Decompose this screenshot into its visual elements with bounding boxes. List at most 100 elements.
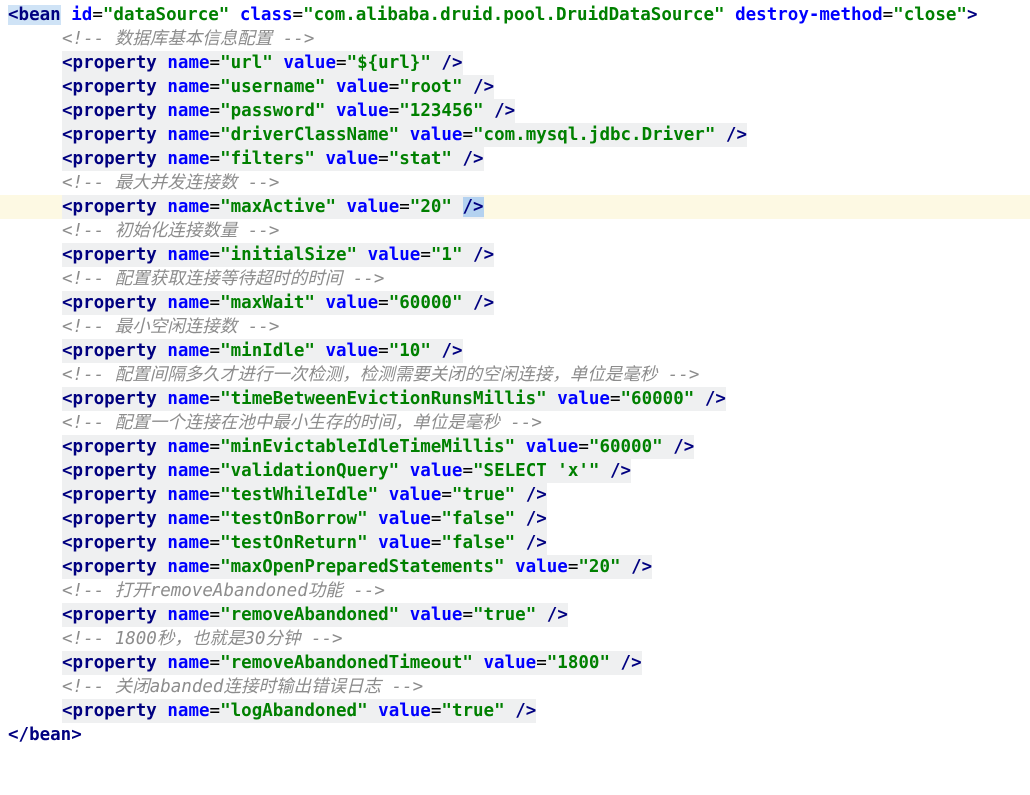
attr-name: value [525,437,579,457]
property-tag-end: /> [673,437,695,457]
attr-value: "true" [451,485,516,505]
property-tag-end: /> [525,533,547,553]
attr-value: "logAbandoned" [220,701,368,721]
comment-line[interactable]: <!-- 打开removeAbandoned功能 --> [0,579,1030,603]
attr-value: "testWhileIdle" [220,485,379,505]
property-tag: <property [62,437,157,457]
property-line[interactable]: <property name="password" value="123456"… [0,99,1030,123]
property-line[interactable]: <property name="testWhileIdle" value="tr… [0,483,1030,507]
comment-line[interactable]: <!-- 配置一个连接在池中最小生存的时间，单位是毫秒 --> [0,411,1030,435]
property-line[interactable]: <property name="driverClassName" value="… [0,123,1030,147]
attr-value: "true" [441,701,505,721]
property-line[interactable]: <property name="maxWait" value="60000" /… [0,291,1030,315]
attr-value: "stat" [388,149,452,169]
comment-content: <!-- 最大并发连接数 --> [62,173,280,193]
property-line[interactable]: <property name="maxOpenPreparedStatement… [0,555,1030,579]
property-line[interactable]: <property name="testOnReturn" value="fal… [0,531,1030,555]
property-tag: <property [62,389,157,409]
comment-line[interactable]: <!-- 最大并发连接数 --> [0,171,1030,195]
property-line[interactable]: <property name="validationQuery" value="… [0,459,1030,483]
property-text: <property name="maxActive" value="20" /> [62,195,484,219]
comment-line[interactable]: <!-- 最小空闲连接数 --> [0,315,1030,339]
attr-name: value [409,125,463,145]
property-line[interactable]: <property name="initialSize" value="1" /… [0,243,1030,267]
attr-name: name [167,653,210,673]
attr-value: "10" [388,341,431,361]
attr-name: value [367,245,421,265]
attr-name: destroy-method [735,5,883,25]
comment-text: <!-- 配置获取连接等待超时的时间 --> [62,267,384,291]
property-tag: <property [62,197,157,217]
property-line[interactable]: <property name="logAbandoned" value="tru… [0,699,1030,723]
comment-line[interactable]: <!-- 初始化连接数量 --> [0,219,1030,243]
property-text: <property name="logAbandoned" value="tru… [62,699,537,723]
comment-line[interactable]: <!-- 1800秒，也就是30分钟 --> [0,627,1030,651]
comment-text: <!-- 初始化连接数量 --> [62,219,279,243]
comment-line[interactable]: <!-- 数据库基本信息配置 --> [0,27,1030,51]
bean-open-text: <bean id="dataSource" class="com.alibaba… [8,5,978,25]
property-line[interactable]: <property name="timeBetweenEvictionRunsM… [0,387,1030,411]
comment-content: <!-- 配置间隔多久才进行一次检测，检测需要关闭的空闲连接，单位是毫秒 --> [62,365,700,385]
property-tag-end: /> [462,197,484,217]
bean-close-tag: </bean> [8,725,82,745]
property-line[interactable]: <property name="removeAbandonedTimeout" … [0,651,1030,675]
attr-name: value [557,389,610,409]
attr-value: "maxActive" [220,197,336,217]
comment-text: <!-- 关闭abanded连接时输出错误日志 --> [62,675,423,699]
attr-value: "maxOpenPreparedStatements" [220,557,505,577]
attr-value: "minEvictableIdleTimeMillis" [220,437,516,457]
property-text: <property name="username" value="root" /… [62,75,495,99]
attr-name: value [325,149,379,169]
comment-line[interactable]: <!-- 配置间隔多久才进行一次检测，检测需要关闭的空闲连接，单位是毫秒 --> [0,363,1030,387]
attr-name: value [378,701,431,721]
attr-value: "com.mysql.jdbc.Driver" [473,125,716,145]
property-line[interactable]: <property name="maxActive" value="20" /> [0,195,1030,219]
property-text: <property name="minEvictableIdleTimeMill… [62,435,695,459]
attr-value: "1" [430,245,463,265]
property-line[interactable]: <property name="url" value="${url}" /> [0,51,1030,75]
property-line[interactable]: <property name="minEvictableIdleTimeMill… [0,435,1030,459]
comment-content: <!-- 配置获取连接等待超时的时间 --> [62,269,385,289]
comment-content: <!-- 最小空闲连接数 --> [62,317,280,337]
attr-name: name [167,125,210,145]
property-tag-end: /> [620,653,642,673]
attr-name: value [336,77,389,97]
comment-content: <!-- 配置一个连接在池中最小生存的时间，单位是毫秒 --> [62,413,542,433]
property-line[interactable]: <property name="filters" value="stat" /> [0,147,1030,171]
attr-name: value [346,197,400,217]
property-line[interactable]: <property name="username" value="root" /… [0,75,1030,99]
property-text: <property name="url" value="${url}" /> [62,51,463,75]
bean-open-tag: <bean [8,5,61,25]
property-text: <property name="password" value="123456"… [62,99,516,123]
comment-content: <!-- 初始化连接数量 --> [62,221,280,241]
attr-value: "root" [399,77,463,97]
bean-close-line[interactable]: </bean> [0,723,1030,747]
attr-value: "com.alibaba.druid.pool.DruidDataSource" [303,5,725,25]
property-text: <property name="minIdle" value="10" /> [62,339,463,363]
property-tag-end: /> [546,605,568,625]
attr-name: name [167,605,210,625]
comment-line[interactable]: <!-- 配置获取连接等待超时的时间 --> [0,267,1030,291]
comment-text: <!-- 配置一个连接在池中最小生存的时间，单位是毫秒 --> [62,411,542,435]
property-tag-end: /> [473,245,495,265]
bean-open-line[interactable]: <bean id="dataSource" class="com.alibaba… [0,3,1030,27]
property-tag-end: /> [704,389,726,409]
property-text: <property name="validationQuery" value="… [62,459,632,483]
attr-value: "username" [220,77,326,97]
property-line[interactable]: <property name="minIdle" value="10" /> [0,339,1030,363]
property-tag: <property [62,701,157,721]
property-line[interactable]: <property name="testOnBorrow" value="fal… [0,507,1030,531]
comment-line[interactable]: <!-- 关闭abanded连接时输出错误日志 --> [0,675,1030,699]
property-line[interactable]: <property name="removeAbandoned" value="… [0,603,1030,627]
comment-text: <!-- 1800秒，也就是30分钟 --> [62,627,343,651]
attr-name: value [378,509,431,529]
attr-value: "minIdle" [220,341,315,361]
attr-value: "initialSize" [220,245,358,265]
code-editor[interactable]: <bean id="dataSource" class="com.alibaba… [0,0,1030,745]
property-tag-end: /> [473,77,495,97]
attr-name: name [167,53,210,73]
attr-value: "60000" [388,293,463,313]
property-tag: <property [62,485,157,505]
attr-value: "maxWait" [220,293,315,313]
comment-content: <!-- 打开removeAbandoned功能 --> [62,581,385,601]
